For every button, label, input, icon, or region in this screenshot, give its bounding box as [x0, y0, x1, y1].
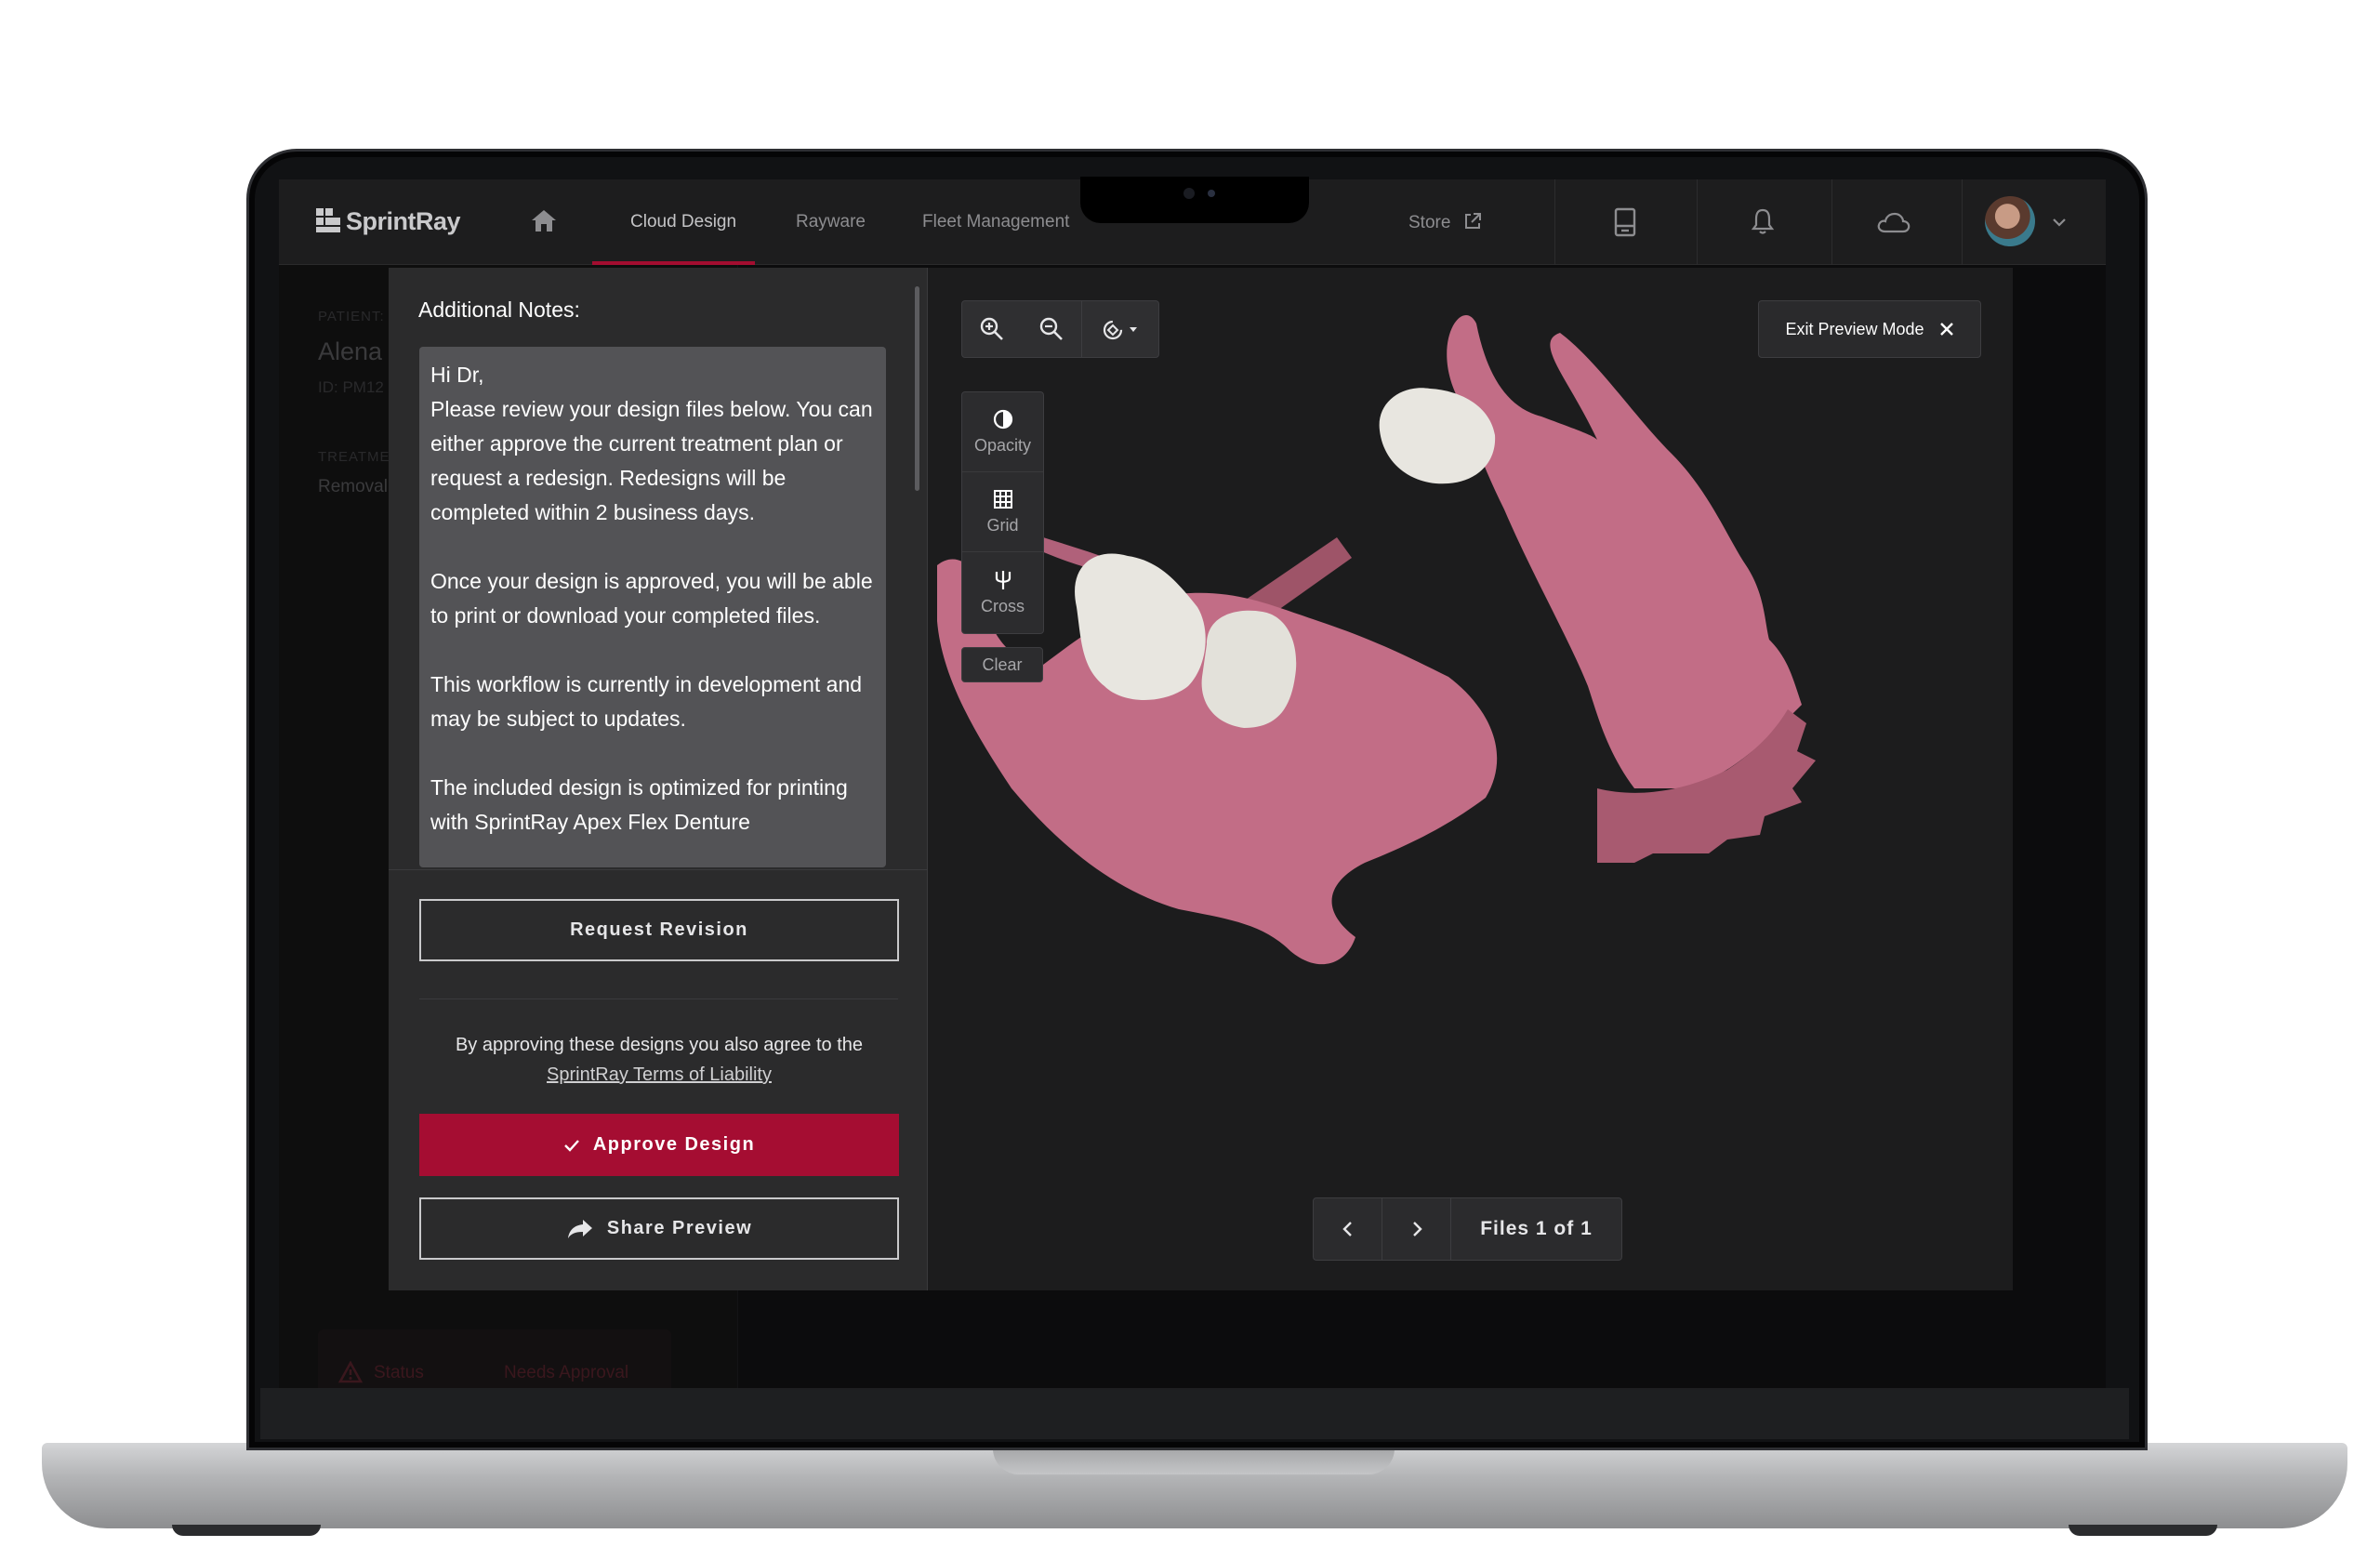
share-preview-button[interactable]: Share Preview	[419, 1197, 899, 1260]
terms-link[interactable]: SprintRay Terms of Liability	[547, 1064, 772, 1085]
cross-section-tool[interactable]: Cross	[962, 552, 1043, 632]
share-label: Share Preview	[606, 1218, 753, 1238]
printer-icon[interactable]	[1613, 207, 1637, 237]
approve-design-button[interactable]: Approve Design	[419, 1114, 899, 1176]
3d-viewer[interactable]: Opacity Grid Cross Clear Exit Preview Mo…	[928, 268, 2013, 1290]
chevron-left-icon	[1342, 1222, 1352, 1236]
bell-icon[interactable]	[1751, 207, 1775, 235]
exit-preview-label: Exit Preview Mode	[1785, 319, 1924, 338]
exit-preview-button[interactable]: Exit Preview Mode	[1758, 300, 1981, 358]
camera-notch	[1080, 177, 1309, 223]
files-counter: Files 1 of 1	[1480, 1218, 1593, 1239]
nav-rayware[interactable]: Rayware	[796, 212, 866, 232]
laptop-foot	[172, 1525, 321, 1536]
prev-file-button[interactable]	[1314, 1198, 1382, 1260]
store-label: Store	[1408, 213, 1451, 232]
zoom-out-icon	[1039, 317, 1063, 340]
camera-sensor	[1208, 190, 1215, 197]
view-tools: Opacity Grid Cross	[961, 391, 1044, 634]
check-icon	[563, 1139, 579, 1152]
nav-separator	[1554, 179, 1555, 265]
avatar[interactable]	[1985, 196, 2035, 246]
nav-separator	[1962, 179, 1963, 265]
store-link[interactable]: Store	[1408, 212, 1482, 233]
laptop-chin	[260, 1388, 2129, 1439]
denture-model[interactable]	[928, 268, 2013, 1290]
opacity-icon	[993, 409, 1012, 430]
sprintray-logo-icon	[316, 208, 340, 232]
request-revision-button[interactable]: Request Revision	[419, 899, 899, 961]
app-screen: PATIENT: Alena ID: PM12 TREATME Removal …	[279, 179, 2106, 1388]
notes-scrollbar[interactable]	[915, 286, 919, 491]
active-tab-indicator	[592, 261, 755, 265]
additional-notes-text[interactable]: Hi Dr, Please review your design files b…	[419, 347, 886, 867]
cross-label: Cross	[980, 596, 1025, 615]
approve-label: Approve Design	[592, 1134, 756, 1155]
design-preview-modal: Additional Notes: Hi Dr, Please review y…	[389, 268, 2013, 1290]
zoom-out-button[interactable]	[1022, 301, 1081, 357]
agreement-text: By approving these designs you also agre…	[455, 1035, 864, 1055]
nav-fleet-management[interactable]: Fleet Management	[922, 212, 1069, 232]
nav-separator	[1831, 179, 1832, 265]
close-icon	[1939, 323, 1953, 336]
rotate-view-icon	[1103, 320, 1137, 340]
cross-section-icon	[995, 570, 1011, 589]
home-icon[interactable]	[530, 207, 558, 233]
request-revision-label: Request Revision	[570, 919, 748, 940]
opacity-tool[interactable]: Opacity	[962, 392, 1043, 472]
next-file-button[interactable]	[1382, 1198, 1451, 1260]
grid-tool[interactable]: Grid	[962, 472, 1043, 552]
laptop-foot	[2069, 1525, 2217, 1536]
grid-icon	[993, 490, 1012, 509]
opacity-label: Opacity	[973, 436, 1032, 455]
notes-panel: Additional Notes: Hi Dr, Please review y…	[389, 268, 928, 1290]
nav-cloud-design[interactable]: Cloud Design	[630, 212, 736, 232]
file-pager: Files 1 of 1	[1313, 1197, 1622, 1261]
gum-upper-right	[1447, 315, 1802, 788]
divider	[389, 869, 928, 870]
nav-separator	[1697, 179, 1698, 265]
chevron-down-icon[interactable]	[2050, 213, 2069, 231]
camera-lens	[1183, 188, 1195, 199]
share-icon	[567, 1219, 592, 1238]
chevron-right-icon	[1412, 1222, 1422, 1236]
sprintray-logo[interactable]: SprintRay	[316, 207, 461, 236]
approval-agreement: By approving these designs you also agre…	[419, 1030, 899, 1090]
grid-label: Grid	[986, 516, 1019, 535]
zoom-in-icon	[980, 317, 1003, 340]
cloud-icon[interactable]	[1876, 211, 1911, 235]
notes-title: Additional Notes:	[418, 298, 580, 322]
zoom-in-button[interactable]	[962, 301, 1022, 357]
zoom-toolbar	[961, 300, 1159, 358]
external-link-icon	[1464, 213, 1481, 229]
clear-button[interactable]: Clear	[961, 647, 1043, 682]
rotate-view-dropdown[interactable]	[1081, 301, 1157, 357]
tooth	[1201, 610, 1297, 728]
divider	[419, 998, 898, 999]
logo-text: SprintRay	[346, 207, 461, 235]
